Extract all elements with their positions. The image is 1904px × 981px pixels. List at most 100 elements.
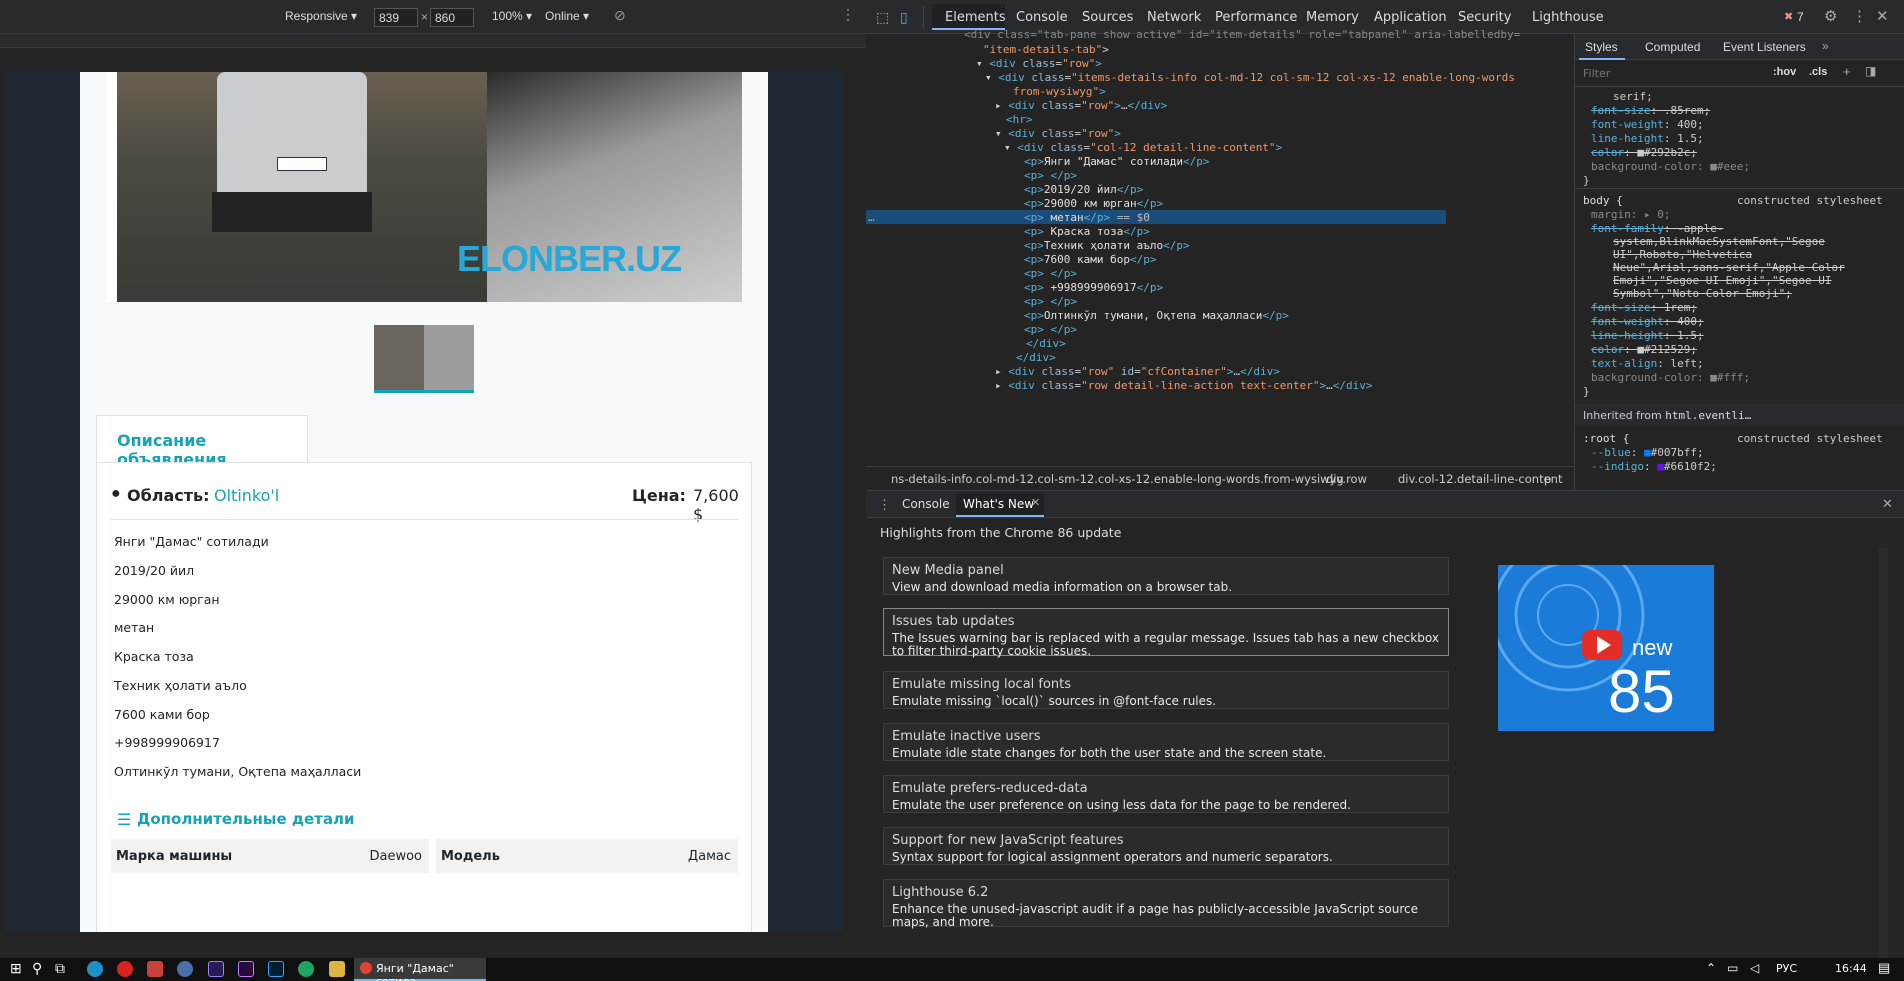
volume-tray-icon[interactable]: ◁: [1750, 961, 1759, 975]
css-line[interactable]: font-family: -apple-: [1591, 222, 1723, 235]
dom-line[interactable]: ▾ <div class="row">: [976, 57, 1102, 70]
css-selector[interactable]: :root {: [1583, 432, 1629, 445]
tab-network[interactable]: Network: [1147, 10, 1201, 25]
cls-toggle[interactable]: .cls: [1809, 66, 1827, 78]
dom-line[interactable]: from-wysiwyg">: [1013, 85, 1106, 98]
viewport-height-input[interactable]: [430, 8, 474, 27]
photo-thumbnail[interactable]: [374, 325, 474, 393]
dom-line[interactable]: <hr>: [1006, 113, 1033, 126]
dom-line[interactable]: <div class="tab-pane show active" id="it…: [964, 28, 1520, 41]
dom-line[interactable]: <p> </p>: [1024, 169, 1077, 182]
notifications-icon[interactable]: ▤: [1878, 960, 1890, 976]
close-drawer-icon[interactable]: ✕: [1882, 496, 1893, 512]
network-tray-icon[interactable]: ▭: [1727, 961, 1738, 975]
css-line[interactable]: font-weight: 400;: [1591, 315, 1704, 328]
device-toggle-icon[interactable]: ▯: [900, 9, 908, 26]
premiere-icon[interactable]: [238, 961, 254, 977]
dom-line[interactable]: <p> Краска тоза</p>: [1024, 225, 1150, 238]
css-line[interactable]: line-height: 1.5;: [1591, 132, 1704, 145]
css-line[interactable]: text-align: left;: [1591, 357, 1704, 370]
device-mode-select[interactable]: Responsive ▾: [285, 9, 357, 23]
css-source[interactable]: constructed stylesheet: [1737, 432, 1883, 445]
dom-line[interactable]: <p>29000 км юрган</p>: [1024, 197, 1163, 210]
tab-application[interactable]: Application: [1374, 10, 1447, 25]
dom-line[interactable]: <p>Янги "Дамас" сотилади</p>: [1024, 155, 1209, 168]
dom-line[interactable]: <p> метан</p> == $0: [1024, 211, 1150, 224]
whats-new-card[interactable]: Emulate inactive users Emulate idle state…: [883, 723, 1449, 761]
whats-new-card[interactable]: Issues tab updates The Issues warning bar…: [883, 608, 1449, 658]
error-count[interactable]: 7: [1797, 10, 1804, 24]
dom-line[interactable]: ▾ <div class="items-details-info col-md-…: [985, 71, 1515, 84]
hov-toggle[interactable]: :hov: [1773, 66, 1796, 78]
dom-line[interactable]: ▸ <div class="row" id="cfContainer">…</d…: [995, 365, 1280, 378]
drawer-menu-icon[interactable]: ⋮: [878, 497, 891, 513]
scrollbar[interactable]: [1878, 548, 1888, 981]
whats-new-card[interactable]: Support for new JavaScript features Synta…: [883, 827, 1449, 865]
task-view-icon[interactable]: ⧉: [55, 960, 65, 977]
tab-security[interactable]: Security: [1458, 10, 1511, 25]
css-line[interactable]: font-size: .85rem;: [1591, 104, 1710, 117]
obs-icon[interactable]: [177, 961, 193, 977]
more-tabs-icon[interactable]: »: [1822, 39, 1829, 53]
tab-computed[interactable]: Computed: [1645, 40, 1700, 54]
dom-line[interactable]: <p> +998999906917</p>: [1024, 281, 1163, 294]
customize-menu-icon[interactable]: ⋮: [1852, 7, 1867, 25]
file-explorer-icon[interactable]: [329, 961, 345, 977]
zoom-select[interactable]: 100% ▾: [492, 9, 532, 23]
dom-line[interactable]: </div>: [1026, 337, 1066, 350]
opera-icon[interactable]: [117, 961, 133, 977]
crumb-item[interactable]: p: [1544, 472, 1551, 486]
css-line[interactable]: --blue: ■#007bff;: [1591, 446, 1704, 459]
settings-gear-icon[interactable]: ⚙: [1824, 7, 1837, 25]
more-options-icon[interactable]: ⋮: [841, 6, 855, 23]
styles-filter-input[interactable]: [1583, 65, 1713, 81]
dom-line[interactable]: <p>7600 ками бор</p>: [1024, 253, 1156, 266]
tab-memory[interactable]: Memory: [1306, 10, 1359, 25]
edge-icon[interactable]: [87, 961, 103, 977]
photoshop-icon[interactable]: [268, 961, 284, 977]
dom-line[interactable]: ▸ <div class="row detail-line-action tex…: [995, 379, 1373, 392]
css-line[interactable]: line-height: 1.5;: [1591, 329, 1704, 342]
app-icon-green[interactable]: [298, 961, 314, 977]
css-line[interactable]: color: ■#212529;: [1591, 343, 1697, 356]
error-icon[interactable]: ✖: [1784, 10, 1793, 23]
dom-line[interactable]: <p> </p>: [1024, 323, 1077, 336]
app-icon[interactable]: [147, 961, 163, 977]
network-throttle-select[interactable]: Online ▾: [545, 9, 589, 23]
tab-event-listeners[interactable]: Event Listeners: [1723, 40, 1806, 54]
dom-line[interactable]: <p> </p>: [1024, 267, 1077, 280]
tab-description[interactable]: Описание объявления: [96, 415, 308, 469]
inspect-icon[interactable]: ⬚: [876, 9, 889, 26]
dom-line[interactable]: ▾ <div class="col-12 detail-line-content…: [1004, 141, 1282, 154]
search-icon[interactable]: ⚲: [32, 960, 42, 977]
dom-line[interactable]: <p>Техник ҳолати аъло</p>: [1024, 239, 1190, 252]
css-source[interactable]: constructed stylesheet: [1737, 194, 1883, 207]
drawer-tab-whats-new[interactable]: What's New: [963, 497, 1034, 511]
add-rule-icon[interactable]: +: [1843, 64, 1851, 79]
crumb-item[interactable]: div.row: [1326, 472, 1367, 486]
css-line[interactable]: background-color: ■#eee;: [1591, 160, 1750, 173]
crumb-item[interactable]: ns-details-info.col-md-12.col-sm-12.col-…: [891, 472, 1344, 486]
css-line[interactable]: background-color: ■#fff;: [1591, 371, 1750, 384]
crumb-item[interactable]: div.col-12.detail-line-content: [1398, 472, 1562, 486]
whats-new-card[interactable]: New Media panel View and download media i…: [883, 557, 1449, 595]
dom-line[interactable]: ▾ <div class="row">: [995, 127, 1121, 140]
dom-line[interactable]: ▸ <div class="row">…</div>: [995, 99, 1167, 112]
css-line[interactable]: color: ■#292b2c;: [1591, 146, 1697, 159]
region-value[interactable]: Oltinko'l: [214, 486, 279, 505]
active-window-button[interactable]: Янги "Дамас" сотила...: [354, 958, 486, 981]
css-line[interactable]: margin: ▸ 0;: [1591, 208, 1670, 221]
tab-performance[interactable]: Performance: [1215, 10, 1297, 25]
whats-new-card[interactable]: Emulate missing local fonts Emulate missi…: [883, 671, 1449, 709]
css-line[interactable]: font-weight: 400;: [1591, 118, 1704, 131]
rotate-icon[interactable]: ⊘: [614, 7, 626, 24]
node-actions-icon[interactable]: …: [868, 211, 875, 224]
tab-sources[interactable]: Sources: [1082, 10, 1133, 25]
clock[interactable]: 16:44: [1835, 962, 1867, 975]
tab-console[interactable]: Console: [1016, 10, 1068, 25]
dom-line[interactable]: <p>Олтинкўл тумани, Оқтепа маҳалласи</p>: [1024, 309, 1289, 322]
chrome-85-promo-image[interactable]: new 85: [1498, 565, 1714, 731]
language-indicator[interactable]: РУС: [1776, 962, 1797, 975]
after-effects-icon[interactable]: [208, 961, 224, 977]
dom-line[interactable]: <p> </p>: [1024, 295, 1077, 308]
